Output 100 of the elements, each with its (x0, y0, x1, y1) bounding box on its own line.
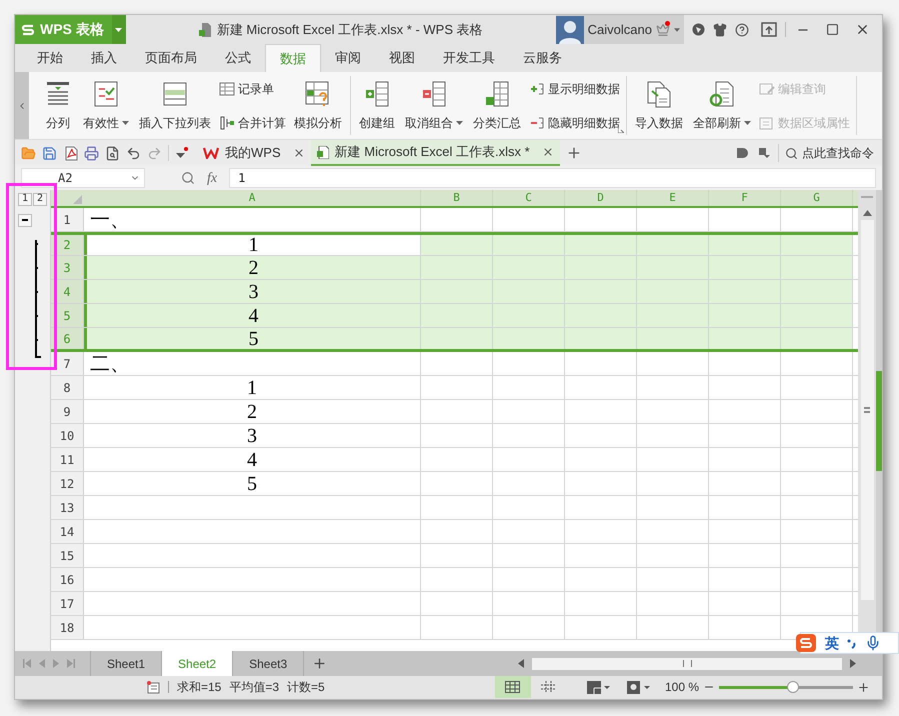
app-dropdown-button[interactable] (112, 15, 126, 44)
ribbon-button[interactable]: 分列 (41, 76, 75, 132)
merge-icon (219, 115, 235, 131)
print-icon[interactable] (84, 146, 99, 160)
upload-icon[interactable] (761, 22, 777, 37)
help-icon[interactable] (735, 22, 749, 36)
status-text: 求和=15 (177, 679, 222, 696)
function-label[interactable]: fx (207, 168, 218, 188)
maximize-icon[interactable] (826, 23, 839, 36)
row-header[interactable]: 9 (51, 400, 84, 423)
row-header[interactable]: 8 (51, 376, 84, 399)
add-sheet-icon[interactable] (312, 656, 328, 671)
language-mode[interactable]: 英 (825, 632, 839, 654)
ribbon-tab[interactable]: 公式 (211, 44, 265, 72)
eye-protection-icon[interactable] (626, 680, 651, 694)
side-panel-handle[interactable] (876, 370, 882, 470)
row-header[interactable]: 14 (51, 520, 84, 543)
row-header[interactable]: 10 (51, 424, 84, 447)
command-search-field[interactable]: 点此查找命令 (778, 144, 882, 162)
ribbon-tab[interactable]: 开始 (23, 44, 77, 72)
formula-field[interactable]: 1 (229, 168, 876, 188)
dropdown-icon[interactable] (758, 147, 770, 159)
ribbon-tab[interactable]: 视图 (375, 44, 429, 72)
caret-icon (122, 121, 129, 125)
view-mode-button[interactable] (494, 676, 531, 698)
ribbon-button[interactable]: 合并计算 (219, 114, 286, 132)
table-cell: 2 (84, 256, 421, 279)
ribbon-button[interactable]: 记录单 (219, 80, 286, 98)
row-header[interactable]: 16 (51, 568, 84, 591)
row-header[interactable]: 15 (51, 544, 84, 567)
print-preview-icon[interactable] (105, 146, 120, 160)
edit-query-icon (759, 81, 775, 97)
name-box[interactable]: A2 (21, 168, 145, 188)
ribbon-button[interactable]: 插入下拉列表 (137, 76, 213, 132)
scrollbar-track[interactable] (860, 220, 874, 600)
row-header[interactable]: 17 (51, 592, 84, 615)
save-icon[interactable] (42, 146, 57, 160)
row-header[interactable]: 13 (51, 496, 84, 519)
document-tab[interactable]: 新建 Microsoft Excel 工作表.xlsx * (310, 140, 560, 166)
zoom-slider-thumb[interactable] (786, 681, 799, 693)
close-icon[interactable] (292, 147, 305, 159)
search-icon (785, 146, 798, 160)
user-account-button[interactable]: Caivolcano (556, 15, 684, 44)
ribbon-button[interactable]: 取消组合 (403, 76, 465, 132)
horizontal-scrollbar[interactable] (532, 658, 842, 670)
wps-logo-icon (203, 147, 219, 159)
zoom-in-icon[interactable] (857, 680, 870, 694)
skin-icon[interactable] (713, 22, 727, 36)
new-tab-icon[interactable] (566, 145, 582, 161)
expand-icon (529, 81, 545, 97)
user-name: Caivolcano (588, 20, 652, 39)
row-header[interactable]: 1 (51, 208, 84, 231)
properties-icon (759, 115, 775, 131)
ribbon-button[interactable]: 分类汇总 (471, 76, 523, 132)
table-cell (709, 235, 781, 255)
collapse-icon (529, 115, 545, 131)
outline-level-button[interactable]: 2 (33, 192, 47, 206)
ribbon-button[interactable]: 创建组 (357, 76, 397, 132)
undo-icon[interactable] (126, 146, 141, 160)
outline-level-button[interactable]: 1 (18, 192, 32, 206)
status-text: 平均值=3 (229, 679, 280, 696)
window-title: 新建 Microsoft Excel 工作表.xlsx * - WPS 表格 (216, 20, 483, 39)
ribbon-button[interactable]: 模拟分析 (292, 76, 344, 132)
caret-icon (744, 121, 751, 125)
ribbon-button[interactable]: 显示明细数据 (529, 80, 620, 98)
ribbon-tab[interactable]: 云服务 (509, 44, 576, 72)
zoom-formula-icon[interactable] (181, 171, 195, 185)
ribbon-tab[interactable]: 开发工具 (429, 44, 509, 72)
minus-icon (22, 219, 28, 221)
layout-icon[interactable] (586, 680, 611, 694)
row-header[interactable]: 12 (51, 472, 84, 495)
scroll-left-icon[interactable] (518, 659, 524, 668)
ribbon-tab[interactable]: 审阅 (321, 44, 375, 72)
row-header[interactable]: 11 (51, 448, 84, 471)
ribbon-tab[interactable]: 页面布局 (131, 44, 211, 72)
close-icon[interactable] (855, 22, 870, 37)
row-header[interactable]: 7 (51, 352, 84, 375)
dialog-launcher-icon[interactable] (618, 127, 624, 133)
notes-icon[interactable] (147, 680, 160, 694)
close-icon[interactable] (542, 146, 554, 158)
table-cell (781, 235, 853, 255)
ribbon-button[interactable]: 隐藏明细数据 (529, 114, 620, 132)
microphone-icon[interactable] (865, 635, 881, 651)
pdf-export-icon[interactable] (63, 146, 78, 160)
scroll-right-icon[interactable] (850, 659, 856, 668)
zoom-slider[interactable] (719, 681, 853, 693)
scroll-up-icon[interactable] (862, 210, 872, 216)
caret-icon (456, 121, 463, 125)
table-cell (565, 235, 637, 255)
ribbon-button[interactable]: 有效性 (81, 76, 131, 132)
row-header[interactable]: 18 (51, 616, 84, 639)
collapse-button[interactable] (18, 214, 32, 226)
punctuation-icon[interactable] (847, 637, 857, 649)
ribbon-tab[interactable]: 插入 (77, 44, 131, 72)
caret-icon (674, 28, 680, 32)
sheet-tab[interactable]: Sheet2 (162, 651, 234, 676)
ribbon-button[interactable]: 全部刷新 (691, 76, 753, 132)
document-tab[interactable]: 我的WPS (197, 140, 311, 166)
ribbon-button[interactable]: 导入数据 (633, 76, 685, 132)
customize-icon[interactable] (175, 147, 189, 159)
